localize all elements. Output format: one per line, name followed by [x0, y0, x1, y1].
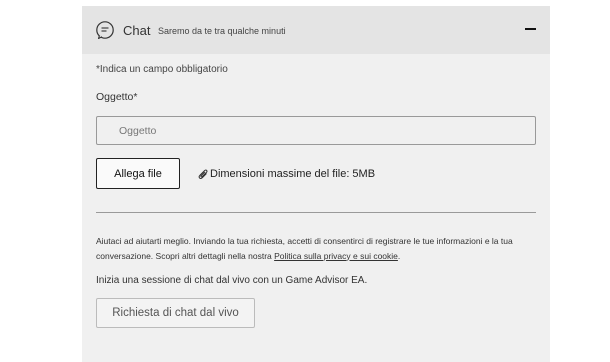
privacy-policy-link[interactable]: Politica sulla privacy e sui cookie	[274, 251, 398, 261]
live-chat-request-button[interactable]: Richiesta di chat dal vivo	[96, 298, 255, 328]
max-file-size-text: Dimensioni massime del file: 5MB	[210, 168, 376, 180]
divider	[96, 212, 536, 213]
paperclip-icon	[198, 169, 208, 179]
chat-bubble-icon	[96, 21, 114, 40]
chat-panel: Chat Saremo da te tra qualche minuti *In…	[82, 6, 550, 362]
minus-icon[interactable]	[525, 28, 536, 30]
privacy-text-end: .	[397, 250, 401, 261]
privacy-notice: Aiutaci ad aiutarti meglio. Inviando la …	[96, 234, 526, 263]
chat-header[interactable]: Chat Saremo da te tra qualche minuti	[82, 6, 550, 54]
subject-label: Oggetto*	[96, 91, 138, 103]
chat-subtitle: Saremo da te tra qualche minuti	[158, 26, 286, 36]
subject-input[interactable]	[96, 116, 536, 145]
live-chat-intro: Inizia una sessione di chat dal vivo con…	[96, 275, 368, 286]
attach-file-button[interactable]: Allega file	[96, 158, 180, 189]
chat-title: Chat	[123, 23, 151, 38]
required-field-note: *Indica un campo obbligatorio	[96, 64, 228, 75]
max-file-size: Dimensioni massime del file: 5MB	[198, 168, 375, 180]
